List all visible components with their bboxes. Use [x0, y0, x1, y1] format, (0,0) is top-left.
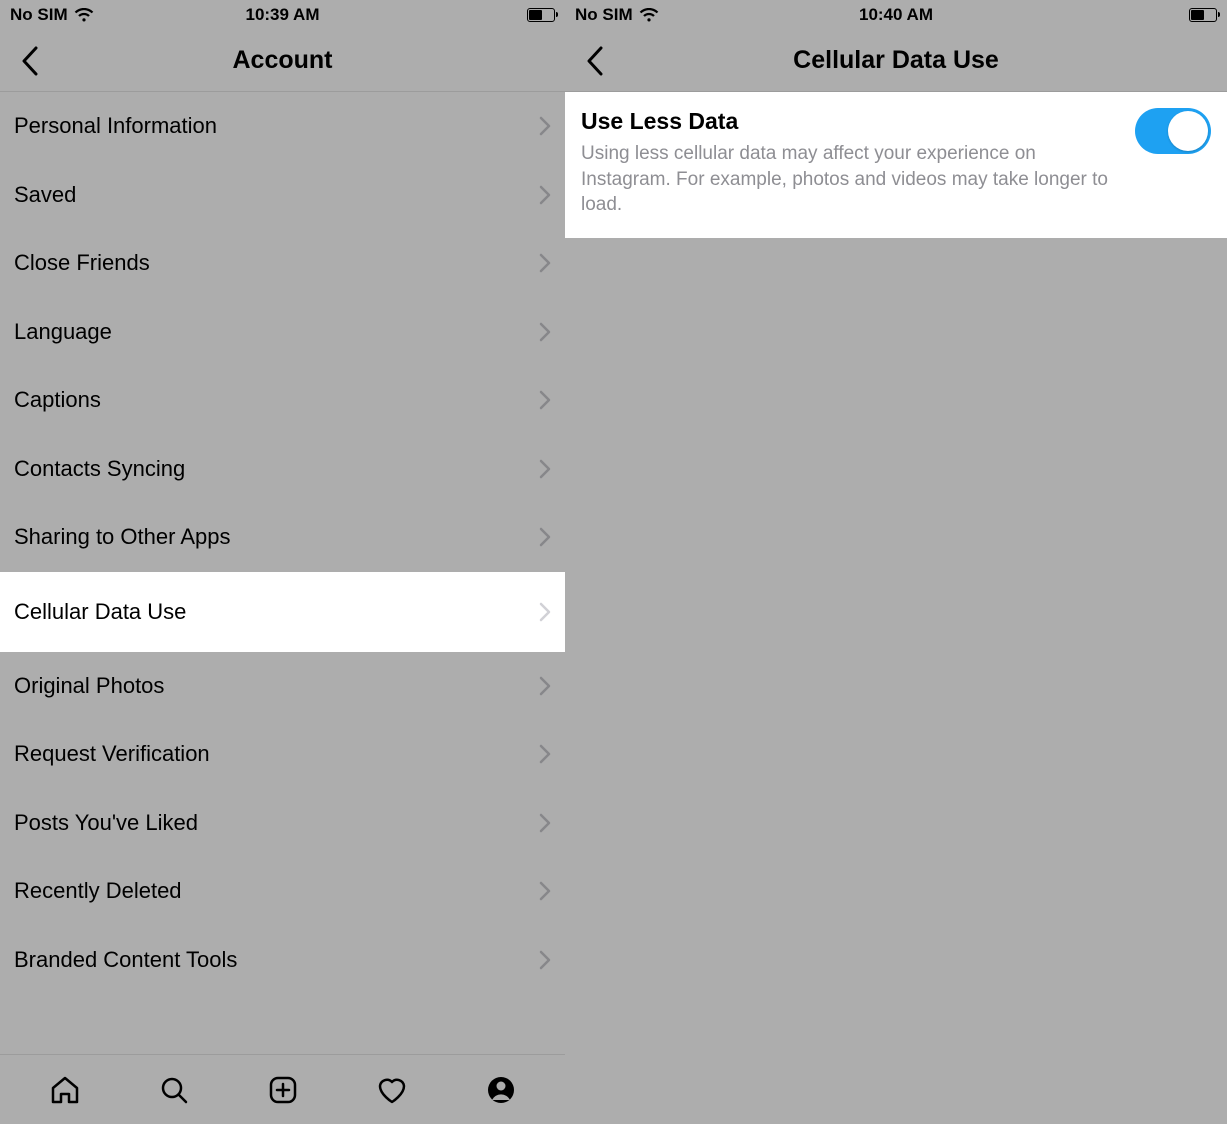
battery-icon [1189, 8, 1217, 22]
list-item-label: Request Verification [14, 741, 210, 767]
tab-home[interactable] [43, 1068, 87, 1112]
bottom-tab-bar [0, 1054, 565, 1124]
tab-activity[interactable] [370, 1068, 414, 1112]
list-item-branded-content-tools[interactable]: Branded Content Tools [0, 926, 565, 995]
status-bar: No SIM 10:40 AM [565, 0, 1227, 30]
heart-icon [375, 1074, 409, 1106]
chevron-left-icon [21, 46, 39, 76]
clock-label: 10:40 AM [565, 5, 1227, 25]
chevron-right-icon [539, 459, 551, 479]
list-item-saved[interactable]: Saved [0, 161, 565, 230]
list-item-language[interactable]: Language [0, 298, 565, 367]
chevron-right-icon [539, 527, 551, 547]
empty-area [565, 238, 1227, 1124]
account-settings-list: Personal Information Saved Close Friends… [0, 92, 565, 1054]
back-button[interactable] [8, 30, 52, 91]
cellular-data-use-screen: No SIM 10:40 AM Cellular Data Use Use Le… [565, 0, 1227, 1124]
home-icon [49, 1074, 81, 1106]
list-item-original-photos[interactable]: Original Photos [0, 652, 565, 721]
list-item-contacts-syncing[interactable]: Contacts Syncing [0, 435, 565, 504]
chevron-right-icon [539, 813, 551, 833]
clock-label: 10:39 AM [0, 5, 565, 25]
account-screen: No SIM 10:39 AM Account Personal Informa… [0, 0, 565, 1124]
chevron-right-icon [539, 676, 551, 696]
list-item-cellular-data-use[interactable]: Cellular Data Use [0, 572, 565, 652]
profile-icon [485, 1074, 517, 1106]
chevron-right-icon [539, 116, 551, 136]
chevron-left-icon [586, 46, 604, 76]
list-item-label: Captions [14, 387, 101, 413]
list-item-sharing-to-other-apps[interactable]: Sharing to Other Apps [0, 503, 565, 572]
list-item-label: Personal Information [14, 113, 217, 139]
chevron-right-icon [539, 253, 551, 273]
chevron-right-icon [539, 322, 551, 342]
chevron-right-icon [539, 185, 551, 205]
plus-square-icon [267, 1074, 299, 1106]
use-less-data-toggle[interactable] [1135, 108, 1211, 154]
nav-header: Account [0, 30, 565, 92]
chevron-right-icon [539, 950, 551, 970]
list-item-label: Language [14, 319, 112, 345]
tab-search[interactable] [152, 1068, 196, 1112]
tab-create[interactable] [261, 1068, 305, 1112]
list-item-label: Recently Deleted [14, 878, 182, 904]
list-item-label: Cellular Data Use [14, 599, 186, 625]
setting-description: Using less cellular data may affect your… [581, 141, 1119, 218]
list-item-label: Original Photos [14, 673, 164, 699]
page-title: Account [233, 46, 333, 75]
list-item-posts-youve-liked[interactable]: Posts You've Liked [0, 789, 565, 858]
chevron-right-icon [539, 744, 551, 764]
status-bar: No SIM 10:39 AM [0, 0, 565, 30]
nav-header: Cellular Data Use [565, 30, 1227, 92]
list-item-label: Contacts Syncing [14, 456, 185, 482]
list-item-captions[interactable]: Captions [0, 366, 565, 435]
chevron-right-icon [539, 602, 551, 622]
chevron-right-icon [539, 881, 551, 901]
battery-icon [527, 8, 555, 22]
list-item-label: Sharing to Other Apps [14, 524, 230, 550]
list-item-request-verification[interactable]: Request Verification [0, 720, 565, 789]
list-item-label: Close Friends [14, 250, 150, 276]
search-icon [158, 1074, 190, 1106]
setting-title: Use Less Data [581, 108, 1119, 135]
list-item-close-friends[interactable]: Close Friends [0, 229, 565, 298]
list-item-label: Branded Content Tools [14, 947, 237, 973]
use-less-data-row: Use Less Data Using less cellular data m… [565, 92, 1227, 238]
chevron-right-icon [539, 390, 551, 410]
back-button[interactable] [573, 30, 617, 91]
list-item-label: Posts You've Liked [14, 810, 198, 836]
list-item-label: Saved [14, 182, 76, 208]
page-title: Cellular Data Use [793, 46, 999, 75]
tab-profile[interactable] [479, 1068, 523, 1112]
list-item-personal-information[interactable]: Personal Information [0, 92, 565, 161]
list-item-recently-deleted[interactable]: Recently Deleted [0, 857, 565, 926]
